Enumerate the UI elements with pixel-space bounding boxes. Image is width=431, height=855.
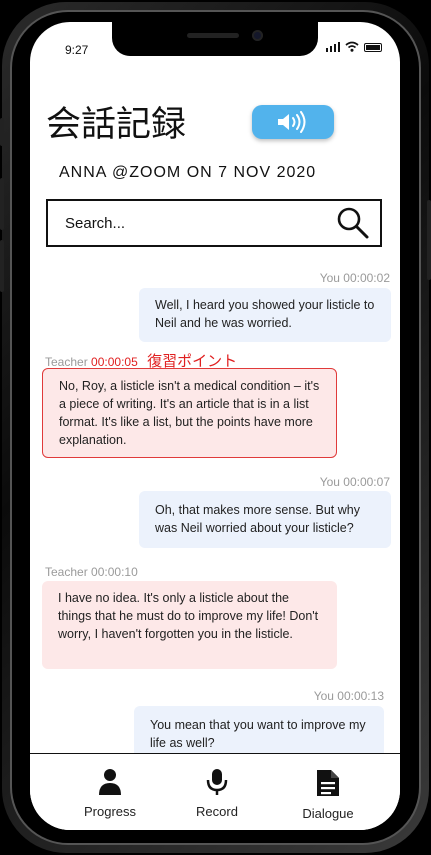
session-info: ANNA @ZOOM ON 7 NOV 2020 [59, 164, 317, 181]
message-text: You mean that you want to improve my lif… [150, 718, 366, 750]
camera-icon [252, 30, 263, 41]
message-meta: You 00:00:02 [320, 271, 390, 285]
status-time: 9:27 [65, 43, 89, 57]
timestamp: 00:00:13 [337, 689, 384, 703]
volume-button [0, 118, 4, 146]
bottom-nav: Progress Record Dialogue [30, 754, 400, 830]
signal-icon [325, 41, 340, 52]
person-icon [99, 769, 121, 795]
power-button [427, 200, 431, 280]
search-input[interactable] [63, 213, 336, 233]
nav-label-progress: Progress [83, 804, 137, 819]
status-icons [325, 41, 382, 52]
message-meta: You 00:00:07 [320, 475, 390, 489]
timestamp: 00:00:07 [343, 475, 390, 489]
timestamp: 00:00:10 [91, 565, 138, 579]
nav-label-dialogue: Dialogue [302, 806, 354, 821]
message-meta: You 00:00:13 [314, 689, 384, 703]
battery-icon [364, 43, 382, 52]
nav-label-record: Record [196, 804, 238, 819]
page-title: 会話記録 [46, 105, 187, 145]
app-screen: 9:27 会話記録 ANNA @ZOOM ON 7 NOV 2020 You [30, 22, 400, 830]
speaker-label: You [313, 689, 334, 703]
you-message-bubble[interactable]: Oh, that makes more sense. But why was N… [139, 491, 391, 548]
microphone-icon [206, 769, 228, 795]
speaker-label: You [319, 475, 340, 489]
play-audio-button[interactable] [252, 105, 334, 139]
speaker-label: Teacher [45, 565, 88, 579]
document-icon [317, 770, 339, 796]
volume-button [0, 240, 4, 292]
teacher-message-bubble[interactable]: I have no idea. It's only a listicle abo… [42, 581, 337, 669]
message-text: Oh, that makes more sense. But why was N… [155, 503, 360, 535]
volume-button [0, 178, 4, 230]
speaker-label: Teacher [45, 355, 88, 369]
wifi-icon [345, 41, 359, 52]
you-message-bubble[interactable]: Well, I heard you showed your listicle t… [139, 288, 391, 342]
nav-item-progress[interactable]: Progress [65, 768, 155, 819]
earpiece [187, 33, 239, 38]
search-icon[interactable] [336, 206, 370, 240]
message-meta: Teacher 00:00:10 [45, 565, 138, 579]
teacher-message-bubble[interactable]: No, Roy, a listicle isn't a medical cond… [42, 368, 337, 458]
speaker-icon [278, 111, 306, 133]
timestamp: 00:00:05 [91, 355, 138, 369]
message-text: No, Roy, a listicle isn't a medical cond… [59, 379, 320, 447]
notch [112, 22, 318, 56]
search-box [46, 199, 382, 247]
speaker-label: You [319, 271, 340, 285]
message-text: Well, I heard you showed your listicle t… [155, 298, 375, 330]
message-text: I have no idea. It's only a listicle abo… [58, 591, 319, 641]
nav-item-dialogue[interactable]: Dialogue [283, 768, 373, 821]
nav-item-record[interactable]: Record [172, 768, 262, 819]
timestamp: 00:00:02 [343, 271, 390, 285]
